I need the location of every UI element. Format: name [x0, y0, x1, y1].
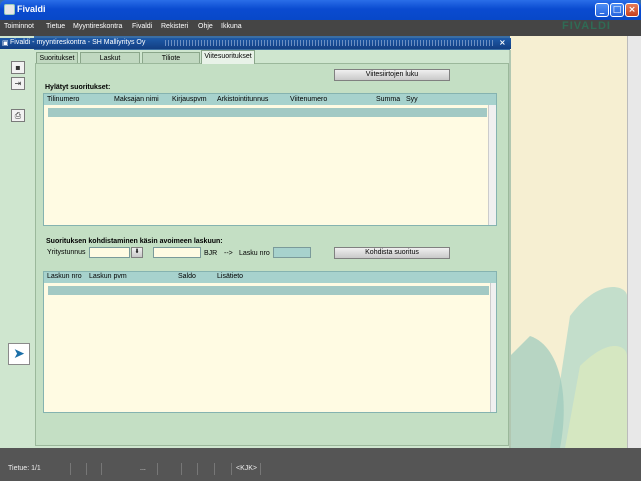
ref-transfer-read-button[interactable]: Viitesiirtojen luku [334, 69, 450, 81]
company-label: Yritystunnus [47, 249, 86, 256]
col-laskun-pvm: Laskun pvm [89, 273, 127, 280]
fivaldi-home-button[interactable]: ➤ [8, 343, 30, 365]
tab-viitesuoritukset[interactable]: Viitesuoritukset [201, 50, 255, 64]
allocate-title: Suorituksen kohdistaminen käsin avoimeen… [46, 238, 223, 245]
col-kirjauspvm: Kirjauspvm [172, 96, 207, 103]
exit-icon[interactable]: ⇥ [11, 77, 25, 90]
col-syy: Syy [406, 96, 418, 103]
print-icon[interactable]: ⎙ [11, 109, 25, 122]
menu-rekisteri[interactable]: Rekisteri [161, 23, 188, 30]
maximize-icon[interactable]: □ [610, 3, 624, 17]
background-pane [510, 36, 627, 448]
col-viitenumero: Viitenumero [290, 96, 328, 103]
mode-status: <KJK> [236, 465, 258, 472]
rejected-scrollbar[interactable] [488, 105, 496, 225]
menu-tietue[interactable]: Tietue [46, 23, 65, 30]
menu-ohje[interactable]: Ohje [198, 23, 213, 30]
invoice-number-field[interactable] [273, 247, 311, 258]
table-row[interactable] [48, 286, 489, 295]
app-title-bar: Fivaldi _ □ × [0, 0, 641, 20]
menu-myyntireskontra[interactable]: Myyntireskontra [73, 23, 122, 30]
menu-toiminnot[interactable]: Toiminnot [4, 23, 34, 30]
col-saldo: Saldo [178, 273, 196, 280]
invoice-number-label: Lasku nro [239, 250, 270, 257]
col-arkistointitunnus: Arkistointitunnus [217, 96, 269, 103]
menu-ikkuna[interactable]: Ikkuna [221, 23, 242, 30]
record-status: Tietue: 1/1 [8, 465, 41, 472]
table-row[interactable] [48, 108, 487, 117]
status-dots: ... [140, 465, 146, 472]
col-laskun-nro: Laskun nro [47, 273, 82, 280]
menu-fivaldi[interactable]: Fivaldi [132, 23, 152, 30]
close-icon[interactable]: × [625, 3, 639, 17]
inner-window-title-bar: ▣ Fivaldi - myyntireskontra - SH Malliyr… [0, 38, 511, 49]
col-summa: Summa [376, 96, 401, 103]
lookup-button[interactable]: ⬇ [131, 247, 143, 258]
status-bar: Tietue: 1/1 ... <KJK> [0, 448, 641, 481]
app-title: Fivaldi [17, 4, 46, 14]
rejected-table-header [44, 94, 496, 105]
main-scrollbar[interactable] [627, 36, 641, 448]
window-icon: ▣ [2, 39, 9, 47]
decorative-shapes [510, 287, 627, 448]
allocate-payment-button[interactable]: Kohdista suoritus [334, 247, 450, 259]
left-toolbar: ▪ ⇥ ⎙ [0, 36, 34, 448]
invoices-scrollbar[interactable] [490, 283, 496, 412]
col-tilinumero: Tilinumero [47, 96, 80, 103]
arrow-label: --> [224, 250, 233, 257]
bjr-label: BJR [204, 250, 218, 257]
col-maksajan-nimi: Maksajan nimi [114, 96, 159, 103]
inner-window-title: Fivaldi - myyntireskontra - SH Malliyrit… [10, 39, 146, 46]
col-lisatieto: Lisätieto [217, 273, 244, 280]
menu-bar: Toiminnot Tietue Myyntireskontra Fivaldi… [0, 20, 641, 36]
bjr-input[interactable] [153, 247, 201, 258]
company-input[interactable] [89, 247, 130, 258]
minimize-icon[interactable]: _ [595, 3, 609, 17]
save-icon[interactable]: ▪ [11, 61, 25, 74]
title-pattern [165, 40, 495, 46]
inner-close-icon[interactable]: × [499, 38, 506, 47]
rejected-title: Hylätyt suoritukset: [45, 84, 111, 91]
app-icon [4, 4, 15, 15]
fivaldi-logo: FIVALDI [562, 20, 611, 32]
